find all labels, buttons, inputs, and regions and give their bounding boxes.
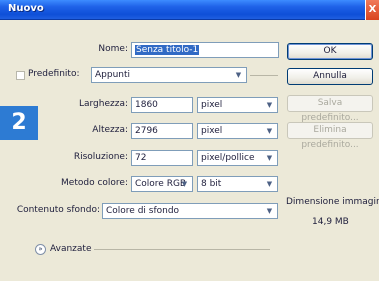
chevron-down-icon: ▼	[266, 207, 273, 215]
risoluzione-input[interactable]: 72	[131, 150, 193, 166]
ok-button[interactable]: OK	[287, 43, 373, 60]
avanzate-label[interactable]: Avanzate	[50, 244, 91, 254]
larghezza-unit: pixel	[201, 100, 223, 110]
avanzate-separator	[94, 249, 270, 250]
elimina-predefinito-button[interactable]: Elimina predefinito...	[287, 122, 373, 150]
altezza-unit-select[interactable]: pixel ▼	[197, 123, 278, 139]
step-number-badge: 2	[0, 106, 38, 140]
metodo-colore-select[interactable]: Colore RGB ▼	[131, 176, 193, 192]
image-size-value: 14,9 MB	[312, 217, 349, 227]
bit-depth-select[interactable]: 8 bit ▼	[197, 176, 278, 192]
larghezza-unit-select[interactable]: pixel ▼	[197, 97, 278, 113]
contenuto-sfondo-value: Colore di sfondo	[106, 206, 180, 216]
double-chevron-down-icon[interactable]: »	[35, 244, 46, 255]
chevron-down-icon: ▼	[235, 71, 242, 79]
nome-value: Senza titolo-1	[135, 45, 200, 55]
contenuto-sfondo-select[interactable]: Colore di sfondo ▼	[102, 203, 278, 219]
close-button[interactable]: X	[365, 0, 379, 20]
altezza-label: Altezza:	[92, 125, 128, 135]
predefinito-value: Appunti	[95, 70, 131, 80]
predefinito-collapse-box[interactable]	[16, 71, 25, 80]
salva-predefinito-button[interactable]: Salva predefinito...	[287, 95, 373, 123]
risoluzione-unit-select[interactable]: pixel/pollice ▼	[197, 150, 278, 166]
chevron-down-icon: ▼	[181, 180, 188, 188]
bit-depth-value: 8 bit	[201, 179, 222, 189]
nome-input[interactable]: Senza titolo-1	[131, 42, 279, 58]
window-title: Nuovo	[8, 3, 44, 14]
annulla-button[interactable]: Annulla	[287, 68, 373, 85]
nome-label: Nome:	[98, 44, 128, 54]
altezza-unit: pixel	[201, 126, 223, 136]
contenuto-sfondo-label: Contenuto sfondo:	[16, 205, 100, 215]
dialog-body: 2 Nome: Senza titolo-1 Predefinito: Appu…	[0, 20, 379, 281]
predefinito-label: Predefinito:	[28, 69, 80, 79]
larghezza-value: 1860	[135, 100, 158, 110]
title-bar: Nuovo X	[0, 0, 379, 20]
chevron-down-icon: ▼	[266, 127, 273, 135]
predefinito-select[interactable]: Appunti ▼	[91, 67, 247, 83]
group-line	[250, 75, 278, 76]
image-size-label: Dimensione immagine:	[286, 197, 379, 207]
larghezza-label: Larghezza:	[78, 99, 128, 109]
larghezza-input[interactable]: 1860	[131, 97, 193, 113]
risoluzione-label: Risoluzione:	[73, 152, 128, 162]
risoluzione-unit: pixel/pollice	[201, 153, 255, 163]
chevron-down-icon: ▼	[266, 180, 273, 188]
metodo-colore-label: Metodo colore:	[61, 178, 128, 188]
risoluzione-value: 72	[135, 153, 147, 163]
altezza-input[interactable]: 2796	[131, 123, 193, 139]
chevron-down-icon: ▼	[266, 101, 273, 109]
altezza-value: 2796	[135, 126, 158, 136]
chevron-down-icon: ▼	[266, 154, 273, 162]
